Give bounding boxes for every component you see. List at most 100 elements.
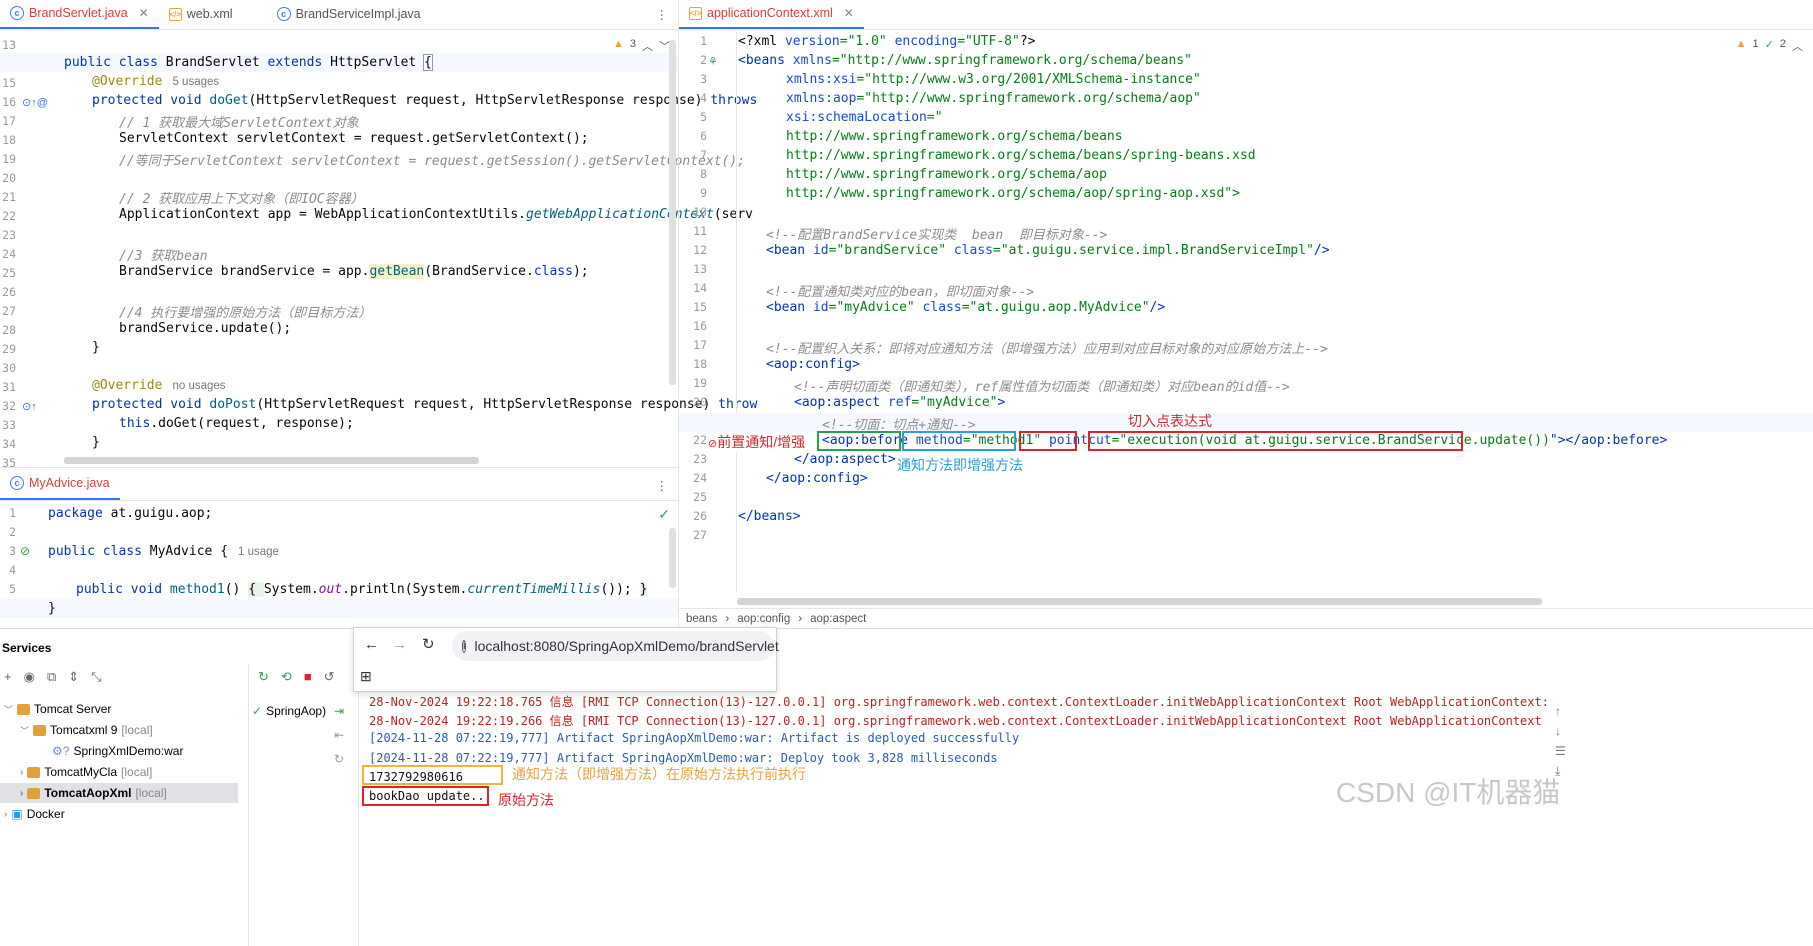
line-number: 14 bbox=[693, 281, 707, 295]
breadcrumb-item[interactable]: beans bbox=[686, 613, 717, 625]
tree-node-tomcat-server[interactable]: ﹀ Tomcat Server bbox=[4, 702, 111, 716]
gutter-override-icon[interactable]: ⊙↑ bbox=[22, 400, 37, 413]
line-number: 19 bbox=[693, 376, 707, 390]
eye-icon[interactable]: ◉ bbox=[24, 669, 35, 693]
code-line: <beans xmlns="http://www.springframework… bbox=[738, 53, 1192, 68]
tab-webxml[interactable]: </> web.xml bbox=[159, 0, 243, 29]
stop-icon[interactable]: ■ bbox=[304, 669, 312, 685]
line-number: 2 bbox=[9, 525, 16, 539]
deploy-icon[interactable]: ⇥ bbox=[334, 704, 344, 718]
breadcrumb-item[interactable]: aop:aspect bbox=[810, 613, 866, 625]
myadvice-tabbar: c MyAdvice.java ⋮ bbox=[0, 468, 678, 501]
tree-node-artifact[interactable]: ⚙? SpringXmlDemo:war bbox=[52, 744, 183, 758]
line-number: 2 bbox=[700, 53, 707, 67]
vertical-scrollbar[interactable] bbox=[669, 528, 676, 588]
line-number: 1 bbox=[700, 34, 707, 48]
breadcrumb-separator: › bbox=[798, 612, 803, 625]
undeploy-icon[interactable]: ⇤ bbox=[334, 728, 344, 742]
warning-icon: ▲ bbox=[612, 38, 624, 50]
tree-node-docker[interactable]: › ▣ Docker bbox=[4, 807, 65, 821]
expand-icon[interactable]: ⇕ bbox=[68, 669, 79, 693]
deployment-item[interactable]: ✓ SpringAop) bbox=[252, 704, 326, 718]
update-icon[interactable]: ⟲ bbox=[281, 669, 292, 685]
pointcut-attr-highlight bbox=[1019, 431, 1077, 451]
horizontal-scrollbar[interactable] bbox=[737, 598, 1542, 605]
service-actions-toolbar: ↻ ⟲ ■ ↺ bbox=[258, 669, 335, 685]
line-number: 18 bbox=[2, 133, 16, 147]
execution-expr-highlight bbox=[1088, 431, 1463, 451]
code-line: } bbox=[92, 340, 100, 355]
timestamp-highlight bbox=[362, 765, 503, 785]
services-splitter[interactable] bbox=[248, 665, 249, 946]
tree-node-tomcataopxml[interactable]: › TomcatAopXml [local] bbox=[20, 786, 167, 800]
scroll-up-icon[interactable]: ↑ bbox=[1555, 704, 1566, 718]
more-tabs-icon[interactable]: ⋮ bbox=[646, 470, 679, 500]
close-icon[interactable]: ✕ bbox=[844, 6, 854, 20]
code-line: public void method1() { System.out.print… bbox=[76, 582, 648, 597]
services-toolbar: + ◉ ⧉ ⇕ ⤡ bbox=[0, 669, 248, 693]
console-side-toolbar: ↑ ↓ ☰ ⤓ bbox=[1555, 704, 1566, 779]
refresh-icon[interactable]: ↻ bbox=[334, 752, 344, 766]
line-number: 4 bbox=[9, 563, 16, 577]
code-line: ServletContext servletContext = request.… bbox=[119, 131, 589, 146]
add-icon[interactable]: + bbox=[4, 669, 12, 693]
line-number: 25 bbox=[693, 490, 707, 504]
breadcrumb-item[interactable]: aop:config bbox=[737, 613, 790, 625]
tab-applicationcontext[interactable]: </> applicationContext.xml ✕ bbox=[679, 0, 864, 29]
inspection-widget[interactable]: ▲ 3 ︿ ﹀ bbox=[613, 38, 670, 54]
code-line: </aop:config> bbox=[766, 471, 868, 486]
line-number: 3 bbox=[700, 72, 707, 86]
code-line: public class MyAdvice {1 usage bbox=[48, 544, 279, 559]
gutter-bean-icon[interactable]: ⚘ bbox=[708, 55, 718, 68]
close-icon[interactable]: ✕ bbox=[139, 6, 149, 20]
chevron-up-icon[interactable]: ︿ bbox=[1792, 38, 1803, 54]
gutter-override-icon[interactable]: ⊙↑@ bbox=[22, 96, 48, 109]
info-icon[interactable]: i bbox=[462, 639, 467, 653]
collapse-icon[interactable]: ⤡ bbox=[91, 669, 101, 693]
tab-brandservlet[interactable]: c BrandServlet.java ✕ bbox=[0, 0, 159, 29]
apps-grid-icon[interactable]: ⊞ bbox=[360, 668, 372, 685]
line-number: 17 bbox=[2, 114, 16, 128]
rerun-icon[interactable]: ↻ bbox=[258, 669, 269, 685]
tree-node-tomcatxml[interactable]: ﹀ Tomcatxml 9 [local] bbox=[20, 723, 153, 737]
inspection-widget[interactable]: ▲ 1 ✓ 2 ︿ bbox=[1736, 38, 1803, 54]
line-number: 16 bbox=[2, 95, 16, 109]
line-number: 15 bbox=[2, 76, 16, 90]
code-comment: //4 执行要增强的原始方法（即目标方法） bbox=[119, 306, 372, 321]
tab-brandserviceimpl[interactable]: c BrandServiceImpl.java bbox=[267, 0, 431, 29]
line-number: 21 bbox=[2, 190, 16, 204]
scroll-down-icon[interactable]: ↓ bbox=[1555, 724, 1566, 738]
line-number: 6 bbox=[700, 129, 707, 143]
docker-icon: ▣ bbox=[11, 807, 23, 821]
tab-myadvice[interactable]: c MyAdvice.java bbox=[0, 467, 120, 500]
horizontal-scrollbar[interactable] bbox=[64, 457, 479, 464]
services-splitter[interactable] bbox=[358, 689, 359, 946]
console-line: 28-Nov-2024 19:22:18.765 信息 [RMI TCP Con… bbox=[369, 695, 1549, 709]
chevron-right-icon: › bbox=[20, 787, 24, 799]
gutter-advice-icon[interactable]: ⊘ bbox=[20, 544, 30, 558]
back-icon[interactable]: ← bbox=[364, 636, 379, 653]
breadcrumb: beans › aop:config › aop:aspect bbox=[679, 608, 1813, 628]
original-method-label: 原始方法 bbox=[498, 792, 554, 808]
wrap-icon[interactable]: ☰ bbox=[1555, 744, 1566, 758]
tree-node-tomcatmycla[interactable]: › TomcatMyCla [local] bbox=[20, 765, 152, 779]
code-comment: // 1 获取最大域ServletContext对象 bbox=[119, 116, 359, 131]
reload-icon[interactable]: ↻ bbox=[422, 635, 435, 653]
new-window-icon[interactable]: ⧉ bbox=[47, 669, 56, 693]
line-number: 20 bbox=[2, 171, 16, 185]
refresh-icon[interactable]: ↺ bbox=[324, 669, 335, 685]
address-bar[interactable]: i localhost:8080/SpringAopXmlDemo/brandS… bbox=[452, 631, 779, 661]
gutter-divider bbox=[736, 32, 737, 592]
vertical-scrollbar[interactable] bbox=[669, 40, 676, 385]
more-tabs-icon[interactable]: ⋮ bbox=[646, 0, 679, 29]
line-number: 5 bbox=[9, 582, 16, 596]
gutter-advice-icon: ⊘ bbox=[708, 438, 718, 450]
forward-icon[interactable]: → bbox=[392, 636, 407, 653]
code-line: </aop:aspect> bbox=[794, 452, 896, 467]
line-number: 27 bbox=[693, 528, 707, 542]
chevron-up-icon[interactable]: ︿ bbox=[642, 38, 653, 54]
code-line: } bbox=[48, 601, 56, 616]
code-line: ApplicationContext app = WebApplicationC… bbox=[119, 207, 753, 222]
code-comment: <!--配置织入关系：即将对应通知方法（即增强方法）应用到对应目标对象的对应原始… bbox=[766, 342, 1328, 357]
code-line: <bean id="brandService" class="at.guigu.… bbox=[766, 243, 1330, 258]
